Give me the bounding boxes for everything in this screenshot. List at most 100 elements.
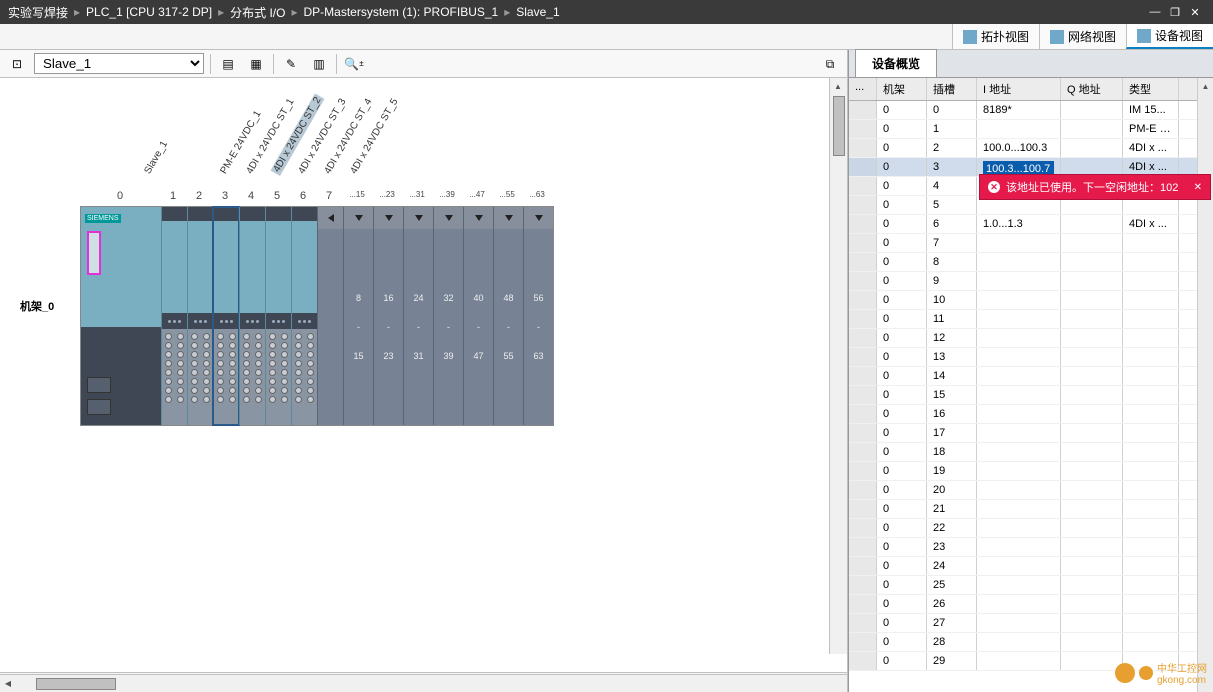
cell-qaddr[interactable] [1061, 519, 1123, 537]
table-row[interactable]: 025 [849, 576, 1213, 595]
blank-slot-7[interactable] [317, 207, 343, 425]
cell-qaddr[interactable] [1061, 101, 1123, 119]
restore-button[interactable]: ❐ [1165, 4, 1185, 20]
device-selector[interactable]: Slave_1 [34, 53, 204, 74]
cell-iaddr[interactable] [977, 386, 1061, 404]
cell-iaddr[interactable] [977, 424, 1061, 442]
table-row[interactable]: 061.0...1.34DI x ... [849, 215, 1213, 234]
cell-iaddr[interactable] [977, 652, 1061, 670]
breadcrumb-item[interactable]: 实验写焊接 [8, 4, 68, 21]
cell-qaddr[interactable] [1061, 405, 1123, 423]
cell-iaddr[interactable] [977, 576, 1061, 594]
nav-dropdown-icon[interactable] [404, 207, 433, 229]
cell-qaddr[interactable] [1061, 595, 1123, 613]
nav-dropdown-icon[interactable] [374, 207, 403, 229]
table-row[interactable]: 09 [849, 272, 1213, 291]
table-row[interactable]: 013 [849, 348, 1213, 367]
close-button[interactable]: ✕ [1185, 4, 1205, 20]
cell-iaddr[interactable] [977, 633, 1061, 651]
nav-dropdown-icon[interactable] [434, 207, 463, 229]
io-module-slot-2[interactable] [187, 207, 213, 425]
cell-iaddr[interactable]: 8189* [977, 101, 1061, 119]
grid-button[interactable]: ▥ [308, 53, 330, 75]
cell-iaddr[interactable] [977, 519, 1061, 537]
header-slot[interactable]: 插槽 [927, 78, 977, 100]
device-overview-tab[interactable]: 设备概览 [855, 49, 937, 77]
extension-column[interactable]: 48-55 [493, 207, 523, 425]
cell-qaddr[interactable] [1061, 576, 1123, 594]
cell-qaddr[interactable] [1061, 253, 1123, 271]
canvas-vertical-scrollbar[interactable]: ▲ [829, 78, 847, 654]
cell-iaddr[interactable] [977, 405, 1061, 423]
dock-button[interactable]: ⧉ [819, 53, 841, 75]
breadcrumb-item[interactable]: DP-Mastersystem (1): PROFIBUS_1 [304, 5, 499, 19]
cell-iaddr[interactable] [977, 614, 1061, 632]
table-row[interactable]: 010 [849, 291, 1213, 310]
table-row[interactable]: 07 [849, 234, 1213, 253]
cell-iaddr[interactable] [977, 291, 1061, 309]
cell-qaddr[interactable] [1061, 120, 1123, 138]
header-rack[interactable]: 机架 [877, 78, 927, 100]
cell-qaddr[interactable] [1061, 557, 1123, 575]
slot-label[interactable]: Slave_1 [142, 139, 170, 176]
table-row[interactable]: 02100.0...100.34DI x ... [849, 139, 1213, 158]
extension-column[interactable]: 32-39 [433, 207, 463, 425]
cell-qaddr[interactable] [1061, 215, 1123, 233]
network-view-button[interactable]: 网络视图 [1039, 24, 1126, 49]
scroll-thumb[interactable] [36, 678, 116, 690]
error-close-button[interactable]: ✕ [1194, 182, 1202, 193]
slot-label[interactable]: 4DI x 24VDC ST_5 [348, 97, 400, 176]
cell-iaddr[interactable] [977, 329, 1061, 347]
table-row[interactable]: 08 [849, 253, 1213, 272]
scroll-thumb[interactable] [833, 96, 845, 156]
cell-qaddr[interactable] [1061, 367, 1123, 385]
cell-iaddr[interactable] [977, 120, 1061, 138]
table-row[interactable]: 016 [849, 405, 1213, 424]
cell-iaddr[interactable] [977, 348, 1061, 366]
breadcrumb-item[interactable]: 分布式 I/O [230, 4, 285, 21]
scroll-up-arrow[interactable]: ▲ [830, 78, 846, 94]
cell-iaddr[interactable] [977, 538, 1061, 556]
cell-iaddr[interactable] [977, 557, 1061, 575]
cell-iaddr[interactable] [977, 595, 1061, 613]
cell-qaddr[interactable] [1061, 424, 1123, 442]
cell-iaddr[interactable] [977, 310, 1061, 328]
cell-qaddr[interactable] [1061, 291, 1123, 309]
table-row[interactable]: 021 [849, 500, 1213, 519]
nav-dropdown-icon[interactable] [464, 207, 493, 229]
table-row[interactable]: 014 [849, 367, 1213, 386]
io-module-slot-3[interactable] [213, 207, 239, 425]
extension-column[interactable]: 56-63 [523, 207, 553, 425]
table-row[interactable]: 023 [849, 538, 1213, 557]
cell-qaddr[interactable] [1061, 386, 1123, 404]
table-row[interactable]: 011 [849, 310, 1213, 329]
cell-qaddr[interactable] [1061, 139, 1123, 157]
topology-view-button[interactable]: 拓扑视图 [952, 24, 1039, 49]
cell-iaddr[interactable] [977, 443, 1061, 461]
cell-iaddr[interactable] [977, 234, 1061, 252]
breadcrumb-item[interactable]: Slave_1 [516, 5, 559, 19]
device-canvas[interactable]: 机架_0 Slave_1PM-E 24VDC_14DI x 24VDC ST_1… [0, 78, 847, 672]
table-row[interactable]: 008189*IM 15... [849, 101, 1213, 120]
nav-dropdown-icon[interactable] [494, 207, 523, 229]
cell-qaddr[interactable] [1061, 462, 1123, 480]
cell-iaddr[interactable] [977, 272, 1061, 290]
scroll-left-arrow[interactable]: ◀ [0, 676, 16, 692]
table-row[interactable]: 018 [849, 443, 1213, 462]
table-row[interactable]: 027 [849, 614, 1213, 633]
cell-qaddr[interactable] [1061, 310, 1123, 328]
device-view-button[interactable]: 设备视图 [1126, 24, 1213, 49]
slave-module[interactable]: SIEMENS [81, 207, 161, 425]
cell-qaddr[interactable] [1061, 443, 1123, 461]
header-qaddr[interactable]: Q 地址 [1061, 78, 1123, 100]
table-row[interactable]: 017 [849, 424, 1213, 443]
scroll-up-arrow[interactable]: ▲ [1198, 78, 1213, 94]
cell-iaddr[interactable] [977, 367, 1061, 385]
cell-iaddr[interactable] [977, 500, 1061, 518]
table-row[interactable]: 015 [849, 386, 1213, 405]
extension-column[interactable]: 8-15 [343, 207, 373, 425]
table-row[interactable]: 012 [849, 329, 1213, 348]
table-vertical-scrollbar[interactable]: ▲ [1197, 78, 1213, 692]
nav-dropdown-icon[interactable] [344, 207, 373, 229]
cell-iaddr[interactable] [977, 481, 1061, 499]
